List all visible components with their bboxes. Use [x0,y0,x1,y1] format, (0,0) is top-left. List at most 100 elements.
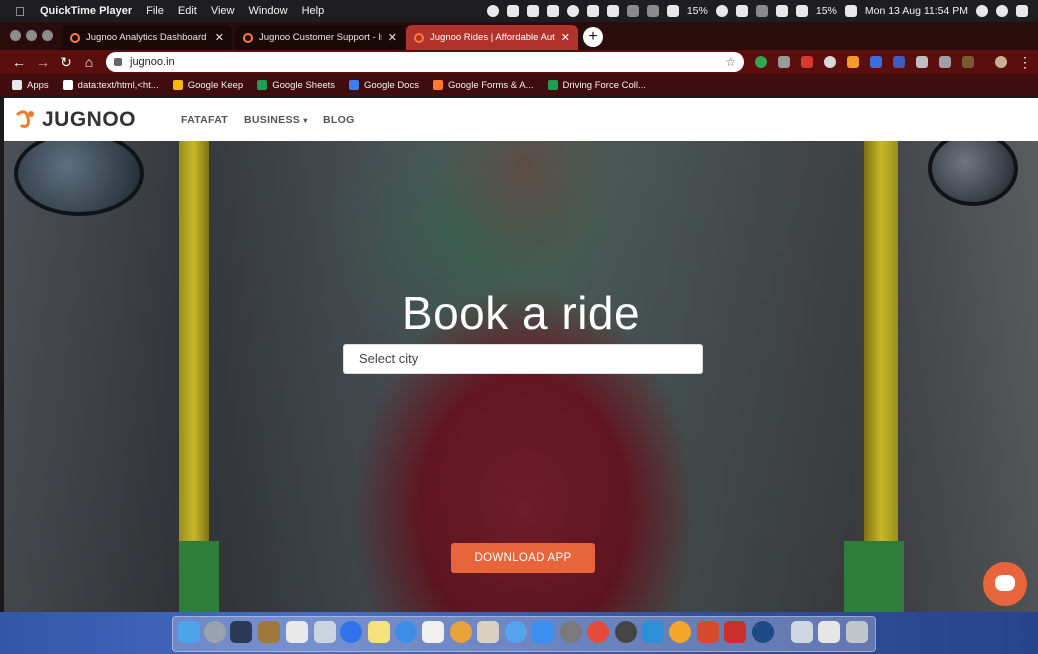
chrome-icon[interactable] [587,621,609,643]
status-app-icon[interactable] [506,5,519,17]
record-icon[interactable] [486,5,499,17]
window-close-button[interactable] [10,30,21,41]
tab-close-icon[interactable]: ✕ [561,31,570,44]
battery-charging-icon[interactable] [844,5,857,17]
download-app-button[interactable]: DOWNLOAD APP [451,543,595,573]
notification-center-icon[interactable] [1016,5,1028,17]
airplay-icon[interactable] [735,5,748,17]
jugnoo-favicon-icon [243,32,253,43]
menubar-window[interactable]: Window [248,5,287,17]
app-store-a-icon[interactable] [340,621,362,643]
tab-close-icon[interactable]: ✕ [215,31,224,44]
bookmark-google-sheets[interactable]: Google Sheets [257,80,335,91]
notes-icon[interactable] [368,621,390,643]
contacts-icon[interactable] [258,621,280,643]
extension-icon[interactable] [916,56,928,68]
photos-icon[interactable] [450,621,472,643]
hero-image-detail [844,541,904,612]
chat-icon[interactable] [983,562,1027,606]
bookmark-apps[interactable]: Apps [12,80,49,91]
downloads-folder-icon[interactable] [818,621,840,643]
tab-analytics-dashboard[interactable]: Jugnoo Analytics Dashboard ✕ [62,25,232,50]
bluetooth-icon[interactable] [755,5,768,17]
opera-icon[interactable] [615,621,637,643]
tab-close-icon[interactable]: ✕ [388,31,397,44]
status-app-icon[interactable] [626,5,639,17]
city-select-input[interactable]: Select city [343,344,703,374]
extension-icon[interactable] [847,56,859,68]
battery-icon[interactable] [666,5,679,17]
extension-new-icon[interactable] [893,56,905,68]
more-menu-icon[interactable]: ⋮ [1016,53,1034,71]
extension-icon[interactable] [778,56,790,68]
bookmark-label: Google Sheets [272,79,336,91]
menubar-edit[interactable]: Edit [178,5,197,17]
grammarly-extension-icon[interactable] [755,56,767,68]
address-bar[interactable]: jugnoo.in ☆ [106,52,744,72]
pdf-reader-icon[interactable] [724,621,746,643]
nav-fatafat[interactable]: FATAFAT [181,114,228,126]
extension-icon[interactable] [870,56,882,68]
cloud-icon[interactable] [546,5,559,17]
quicktime-icon[interactable] [752,621,774,643]
back-arrow-icon[interactable]: ← [10,53,28,71]
trash-icon[interactable] [846,621,868,643]
tab-jugnoo-rides[interactable]: Jugnoo Rides | Affordable Auto ✕ [406,25,578,50]
chrome-canary-icon[interactable] [669,621,691,643]
finder-icon[interactable] [178,621,200,643]
tab-customer-support[interactable]: Jugnoo Customer Support - Is ✕ [235,25,405,50]
window-minimize-button[interactable] [26,30,37,41]
bookmark-google-docs[interactable]: Google Docs [349,80,419,91]
url-text[interactable]: jugnoo.in [130,56,725,68]
preview-icon[interactable] [314,621,336,643]
app-store-icon[interactable] [532,621,554,643]
menubar-help[interactable]: Help [302,5,325,17]
bookmark-driving-force[interactable]: Driving Force Coll... [547,80,646,91]
system-preferences-icon[interactable] [560,621,582,643]
apple-menu-icon[interactable]:  [0,4,40,19]
menubar-file[interactable]: File [146,5,164,17]
forward-arrow-icon[interactable]: → [34,53,52,71]
volume-icon[interactable] [795,5,808,17]
nav-business[interactable]: BUSINESS ▾ [244,114,308,126]
window-zoom-button[interactable] [42,30,53,41]
skype-icon[interactable] [566,5,579,17]
reminders-icon[interactable] [422,621,444,643]
skype-icon[interactable] [642,621,664,643]
extension-icon[interactable] [824,56,836,68]
textedit-icon[interactable] [477,621,499,643]
messages-icon[interactable] [505,621,527,643]
bookmark-star-icon[interactable]: ☆ [725,55,736,69]
documents-folder-icon[interactable] [791,621,813,643]
mission-control-icon[interactable] [230,621,252,643]
status-app-icon[interactable] [526,5,539,17]
launchpad-icon[interactable] [204,621,226,643]
extension-icon[interactable] [962,56,974,68]
menubar-app-name[interactable]: QuickTime Player [40,5,132,17]
home-icon[interactable]: ⌂ [80,53,98,71]
powerpoint-icon[interactable] [697,621,719,643]
extension-badge-icon[interactable] [801,56,813,68]
wifi-icon[interactable] [775,5,788,17]
bookmark-google-keep[interactable]: Google Keep [172,80,243,91]
status-app-icon[interactable] [646,5,659,17]
new-tab-button[interactable]: + [583,27,603,47]
spotlight-search-icon[interactable] [976,5,988,17]
lock-icon[interactable] [114,58,122,66]
bookmark-data-html[interactable]: data:text/html,<ht... [62,80,159,91]
menubar-view[interactable]: View [211,5,235,17]
user-icon[interactable] [996,5,1008,17]
dropbox-icon[interactable] [606,5,619,17]
nav-blog[interactable]: BLOG [323,114,355,126]
menubar-datetime[interactable]: Mon 13 Aug 11:54 PM [865,5,968,17]
jugnoo-logo[interactable]: JUGNOO [14,108,136,132]
status-area: 15% 15% Mon 13 Aug 11:54 PM [486,0,1028,22]
reload-icon[interactable]: ↻ [57,53,75,71]
profile-avatar[interactable] [995,56,1007,68]
clock-icon[interactable] [715,5,728,17]
safari-icon[interactable] [395,621,417,643]
calendar-icon[interactable] [286,621,308,643]
extension-icon[interactable] [939,56,951,68]
bookmark-google-forms[interactable]: Google Forms & A... [432,80,534,91]
status-app-icon[interactable] [586,5,599,17]
